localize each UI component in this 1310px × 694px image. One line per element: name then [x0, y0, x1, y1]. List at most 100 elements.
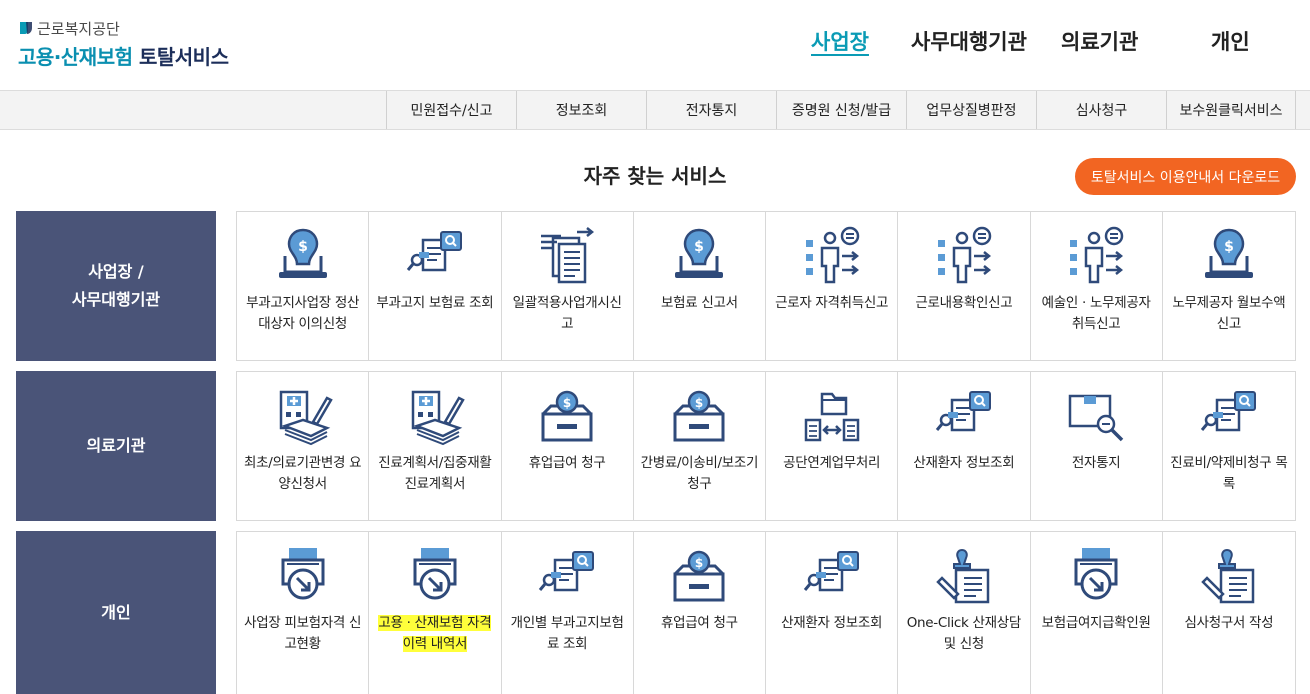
box-magnifier-icon	[1066, 386, 1126, 446]
service-item-label: 보험료 신고서	[661, 295, 738, 311]
row-label-medical: 의료기관	[16, 371, 216, 521]
service-item[interactable]: 고용 · 산재보험 자격 이력 내역서	[369, 532, 502, 694]
service-item[interactable]: 산재환자 정보조회	[898, 372, 1031, 520]
service-item-label: 최초/의료기관변경 요양신청서	[243, 455, 362, 492]
row-label-line1: 사업장 /	[88, 262, 144, 281]
service-item-label: 보험급여지급확인원	[1041, 615, 1151, 631]
service-item-label: 심사청구서 작성	[1184, 615, 1274, 631]
service-item[interactable]: 보험료 신고서	[634, 212, 766, 360]
worker-checklist-icon	[934, 226, 994, 286]
logo[interactable]: 근로복지공단 고용·산재보험 토탈서비스	[18, 18, 229, 70]
service-item[interactable]: 심사청구서 작성	[1163, 532, 1295, 694]
folder-exchange-icon	[802, 386, 862, 446]
worker-checklist-icon	[1066, 226, 1126, 286]
document-stack-icon	[537, 226, 597, 286]
service-item[interactable]: 산재환자 정보조회	[766, 532, 899, 694]
service-item[interactable]: One-Click 산재상담 및 신청	[898, 532, 1031, 694]
document-search-icon	[1199, 386, 1259, 446]
service-item[interactable]: 예술인 · 노무제공자 취득신고	[1031, 212, 1163, 360]
money-laptop-icon	[669, 226, 729, 286]
service-item[interactable]: 개인별 부과고지보험료 조회	[502, 532, 634, 694]
gnb-agency[interactable]: 사무대행기관	[911, 26, 1027, 56]
gnb-business[interactable]: 사업장	[811, 26, 869, 56]
service-item-label: One-Click 산재상담 및 신청	[906, 615, 1022, 652]
money-laptop-icon	[1199, 226, 1259, 286]
service-item-label: 휴업급여 청구	[661, 615, 738, 631]
service-item[interactable]: 일괄적용사업개시신고	[502, 212, 634, 360]
hospital-pen-icon	[273, 386, 333, 446]
service-item[interactable]: 진료비/약제비청구 목록	[1163, 372, 1295, 520]
printer-download-icon	[405, 546, 465, 606]
stamp-document-icon	[934, 546, 994, 606]
header: 근로복지공단 고용·산재보험 토탈서비스 사업장 사무대행기관 의료기관 개인	[0, 0, 1310, 90]
service-item-label: 휴업급여 청구	[528, 455, 606, 471]
service-item[interactable]: 최초/의료기관변경 요양신청서	[237, 372, 370, 520]
service-item[interactable]: 부과고지 보험료 조회	[369, 212, 502, 360]
printer-download-icon	[273, 546, 333, 606]
row-label-line2: 사무대행기관	[71, 290, 161, 309]
subnav-certificate[interactable]: 증명원 신청/발급	[776, 91, 906, 129]
service-item[interactable]: 노무제공자 월보수액 신고	[1163, 212, 1295, 360]
gnb-medical[interactable]: 의료기관	[1061, 26, 1138, 56]
service-grid-business: 부과고지사업장 정산대상자 이의신청 부과고지 보험료 조회 일괄적용사업개시신…	[236, 211, 1296, 361]
org-name: 근로복지공단	[37, 19, 120, 38]
money-box-icon	[669, 546, 729, 606]
row-label-line1: 의료기관	[86, 436, 146, 455]
service-item-label: 일괄적용사업개시신고	[512, 295, 622, 332]
service-item[interactable]: 근로내용확인신고	[898, 212, 1031, 360]
printer-download-icon	[1066, 546, 1126, 606]
document-search-icon	[934, 386, 994, 446]
subnav-disease-judgment[interactable]: 업무상질병판정	[906, 91, 1036, 129]
service-item-label: 부과고지 보험료 조회	[376, 295, 494, 311]
worker-checklist-icon	[802, 226, 862, 286]
service-item[interactable]: 진료계획서/집중재활진료계획서	[369, 372, 502, 520]
service-item-label: 개인별 부과고지보험료 조회	[510, 615, 624, 652]
service-item[interactable]: 부과고지사업장 정산대상자 이의신청	[237, 212, 370, 360]
service-item-label: 간병료/이송비/보조기 청구	[640, 455, 759, 492]
service-item-label: 산재환자 정보조회	[781, 615, 883, 631]
service-item-label: 노무제공자 월보수액 신고	[1172, 295, 1286, 332]
service-item-label: 진료계획서/집중재활진료계획서	[378, 455, 492, 492]
service-item[interactable]: 휴업급여 청구	[502, 372, 634, 520]
subnav-review-request[interactable]: 심사청구	[1036, 91, 1166, 129]
service-item[interactable]: 공단연계업무처리	[766, 372, 899, 520]
service-item[interactable]: 간병료/이송비/보조기 청구	[634, 372, 766, 520]
service-item-label: 공단연계업무처리	[783, 455, 881, 471]
service-item[interactable]: 전자통지	[1031, 372, 1163, 520]
subnav-info-lookup[interactable]: 정보조회	[516, 91, 646, 129]
subnav-civil-complaint[interactable]: 민원접수/신고	[386, 91, 516, 129]
service-item[interactable]: 사업장 피보험자격 신고현황	[237, 532, 370, 694]
highlighted-text: 고용 · 산재보험 자격 이력 내역서	[378, 615, 492, 652]
service-grid-medical: 최초/의료기관변경 요양신청서 진료계획서/집중재활진료계획서 휴업급여 청구 …	[236, 371, 1296, 521]
row-label-personal: 개인	[16, 531, 216, 694]
service-item-label: 부과고지사업장 정산대상자 이의신청	[246, 295, 360, 332]
subnav-one-click-pay[interactable]: 보수원클릭서비스	[1166, 91, 1296, 129]
stamp-document-icon	[1199, 546, 1259, 606]
service-item-label: 진료비/약제비청구 목록	[1170, 455, 1288, 492]
money-box-icon	[537, 386, 597, 446]
money-laptop-icon	[273, 226, 333, 286]
service-item-label-highlighted: 고용 · 산재보험 자격 이력 내역서	[375, 613, 494, 655]
kcomwel-logo-icon	[20, 22, 32, 34]
hospital-pen-icon	[405, 386, 465, 446]
service-name-part2: 토탈서비스	[138, 45, 229, 69]
service-item[interactable]: 휴업급여 청구	[634, 532, 766, 694]
gnb-personal[interactable]: 개인	[1211, 26, 1250, 56]
service-item-label: 근로자 자격취득신고	[775, 295, 889, 311]
service-item-label: 산재환자 정보조회	[913, 455, 1015, 471]
money-box-icon	[669, 386, 729, 446]
subnav-e-notice[interactable]: 전자통지	[646, 91, 776, 129]
guide-download-button[interactable]: 토탈서비스 이용안내서 다운로드	[1075, 158, 1296, 195]
row-label-line1: 개인	[101, 602, 131, 622]
service-item[interactable]: 근로자 자격취득신고	[766, 212, 899, 360]
service-grid-personal: 사업장 피보험자격 신고현황 고용 · 산재보험 자격 이력 내역서 개인별 부…	[236, 531, 1296, 694]
document-search-icon	[802, 546, 862, 606]
service-item-label: 사업장 피보험자격 신고현황	[244, 615, 362, 652]
document-search-icon	[405, 226, 465, 286]
service-item-label: 예술인 · 노무제공자 취득신고	[1041, 295, 1151, 332]
document-search-icon	[537, 546, 597, 606]
service-name-part1: 고용·산재보험	[18, 45, 133, 69]
service-item-label: 전자통지	[1071, 455, 1121, 471]
row-label-business: 사업장 / 사무대행기관	[16, 211, 216, 361]
service-item[interactable]: 보험급여지급확인원	[1031, 532, 1163, 694]
